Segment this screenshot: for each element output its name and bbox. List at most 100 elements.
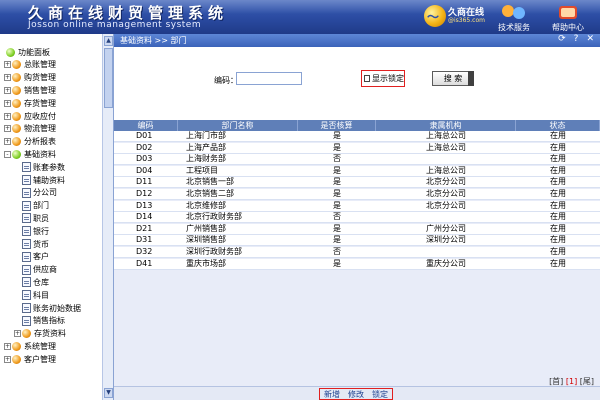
sidebar-item[interactable]: + 销售管理 xyxy=(4,84,56,96)
table-cell: D03 xyxy=(136,154,153,164)
breadcrumb: 基础资料 >> 部门 xyxy=(120,36,187,45)
expand-icon[interactable]: + xyxy=(4,125,11,133)
sidebar-item[interactable]: + 物流管理 xyxy=(4,123,56,135)
table-row[interactable]: D01 上海门市部 是 上海总公司 在用 xyxy=(114,131,600,142)
document-icon xyxy=(22,239,31,249)
edit-button[interactable]: 修改 xyxy=(348,389,364,400)
table-row[interactable]: D11 北京销售一部 是 北京分公司 在用 xyxy=(114,177,600,189)
table-row[interactable]: D31 深圳销售部 是 深圳分公司 在用 xyxy=(114,235,600,247)
expand-icon[interactable]: + xyxy=(4,74,11,82)
sidebar-item[interactable]: - 基础资料 xyxy=(4,148,56,160)
add-button[interactable]: 新增 xyxy=(324,389,340,400)
search-panel: 编码： 显示锁定 搜 索 xyxy=(114,47,600,120)
sidebar-item[interactable]: + 系统管理 xyxy=(4,340,56,352)
sidebar-item[interactable]: 客户 xyxy=(22,251,49,263)
sidebar-item-label: 购货管理 xyxy=(24,73,56,83)
column-header[interactable]: 部门名称 xyxy=(178,120,298,131)
search-button-edge xyxy=(468,71,474,86)
sidebar-item[interactable]: 职员 xyxy=(22,212,49,224)
table-cell: D11 xyxy=(136,177,153,187)
sidebar-item-label: 仓库 xyxy=(33,277,49,287)
table-cell: 北京销售一部 xyxy=(186,177,234,187)
folder-ball-icon xyxy=(12,149,21,159)
table-cell: 是 xyxy=(333,258,341,268)
sidebar-item[interactable]: 货币 xyxy=(22,238,49,250)
document-icon xyxy=(22,277,31,288)
table-cell: 在用 xyxy=(550,247,566,256)
expand-icon[interactable]: + xyxy=(4,112,11,120)
expand-icon[interactable]: + xyxy=(4,138,11,146)
table-cell: 是 xyxy=(333,223,341,233)
collapse-icon[interactable]: - xyxy=(4,150,11,158)
checkbox-icon[interactable] xyxy=(364,75,370,82)
column-header[interactable]: 隶属机构 xyxy=(376,120,516,131)
sidebar-item-label: 分公司 xyxy=(33,188,57,198)
sidebar-item[interactable]: 账套参数 xyxy=(22,161,65,173)
table-row[interactable]: D04 工程项目 是 上海总公司 在用 xyxy=(114,165,600,177)
expand-icon[interactable]: + xyxy=(4,342,11,350)
table-row[interactable]: D13 北京维修部 是 北京分公司 在用 xyxy=(114,200,600,212)
expand-icon[interactable]: + xyxy=(4,355,11,363)
sidebar-item[interactable]: 分公司 xyxy=(22,187,57,199)
pager-first-link[interactable]: [首] xyxy=(549,377,563,386)
table-row[interactable]: D03 上海财务部 否 在用 xyxy=(114,154,600,166)
column-header[interactable]: 是否核算 xyxy=(298,120,376,131)
refresh-icon[interactable]: ⟳ xyxy=(558,34,566,44)
sidebar-item[interactable]: + 客户管理 xyxy=(4,353,56,365)
pager-last-link[interactable]: [尾] xyxy=(580,377,594,386)
table-cell: 在用 xyxy=(550,200,566,210)
expand-icon[interactable]: + xyxy=(4,99,11,107)
sidebar-item[interactable]: + 存货资料 xyxy=(14,328,66,340)
sidebar-item[interactable]: 银行 xyxy=(22,225,49,237)
sidebar-item[interactable]: 销售指标 xyxy=(22,315,65,327)
lock-button[interactable]: 锁定 xyxy=(372,389,388,400)
table-cell xyxy=(376,154,516,164)
table-row[interactable]: D21 广州销售部 是 广州分公司 在用 xyxy=(114,223,600,235)
show-locked-checkbox[interactable]: 显示锁定 xyxy=(361,70,405,87)
document-icon xyxy=(22,175,31,185)
tech-support-button[interactable]: 技术服务 xyxy=(490,0,538,34)
help-icon[interactable]: ? xyxy=(574,34,579,44)
scroll-down-icon[interactable]: ▼ xyxy=(104,388,113,398)
column-header[interactable]: 编码 xyxy=(114,120,178,131)
sidebar-item[interactable]: 账务初始数据 xyxy=(22,302,81,314)
sidebar-item[interactable]: + 应收应付 xyxy=(4,110,56,122)
sidebar-item[interactable]: 仓库 xyxy=(22,276,49,288)
table-cell: 在用 xyxy=(550,212,566,222)
table-row[interactable]: D41 重庆市场部 是 重庆分公司 在用 xyxy=(114,258,600,270)
help-center-button[interactable]: 帮助中心 xyxy=(544,0,592,34)
column-header[interactable]: 状态 xyxy=(516,120,600,131)
pager-current[interactable]: [1] xyxy=(566,377,577,386)
action-buttons: 新增 修改 锁定 xyxy=(319,388,393,400)
sidebar-item[interactable]: + 总账管理 xyxy=(4,59,56,71)
sidebar-item[interactable]: 部门 xyxy=(22,200,49,212)
sidebar-item[interactable]: 供应商 xyxy=(22,264,57,276)
scroll-up-icon[interactable]: ▲ xyxy=(104,36,113,46)
expand-icon[interactable]: + xyxy=(4,86,11,94)
sidebar-item[interactable]: 科目 xyxy=(22,289,49,301)
search-button[interactable]: 搜 索 xyxy=(432,71,474,86)
sidebar-item-label: 物流管理 xyxy=(24,124,56,134)
sidebar-item-label: 基础资料 xyxy=(24,149,56,159)
sidebar-item[interactable]: 辅助资料 xyxy=(22,174,65,186)
table-row[interactable]: D02 上海产品部 是 上海总公司 在用 xyxy=(114,142,600,154)
table-row[interactable]: D14 北京行政财务部 否 在用 xyxy=(114,212,600,224)
sidebar-item-label: 销售管理 xyxy=(24,85,56,95)
sidebar-item-label: 客户管理 xyxy=(24,354,56,364)
expand-icon[interactable]: + xyxy=(14,330,21,338)
scroll-thumb[interactable] xyxy=(104,48,113,108)
code-search-input[interactable] xyxy=(236,72,302,85)
brand-logo-icon xyxy=(424,5,446,27)
table-cell xyxy=(376,212,516,222)
sidebar-item[interactable]: 功能面板 xyxy=(6,46,50,58)
sidebar-item[interactable]: + 购货管理 xyxy=(4,72,56,84)
sidebar-item[interactable]: + 分析报表 xyxy=(4,136,56,148)
main-panel: 基础资料 >> 部门 ⟳ ? ✕ 编码： 显示锁定 搜 索 编码 部门名称 是否核算… xyxy=(114,34,600,400)
sidebar-item[interactable]: + 存货管理 xyxy=(4,97,56,109)
sidebar-scrollbar[interactable]: ▲ ▼ xyxy=(102,34,113,400)
department-table: 编码 部门名称 是否核算 隶属机构 状态 D01 上海门市部是上海总公司 在用 D02 上海产品… xyxy=(114,120,600,390)
expand-icon[interactable]: + xyxy=(4,61,11,69)
table-row[interactable]: D12 北京销售二部 是 北京分公司 在用 xyxy=(114,189,600,200)
table-row[interactable]: D32 深圳行政财务部 否 在用 xyxy=(114,247,600,258)
close-icon[interactable]: ✕ xyxy=(586,34,594,44)
